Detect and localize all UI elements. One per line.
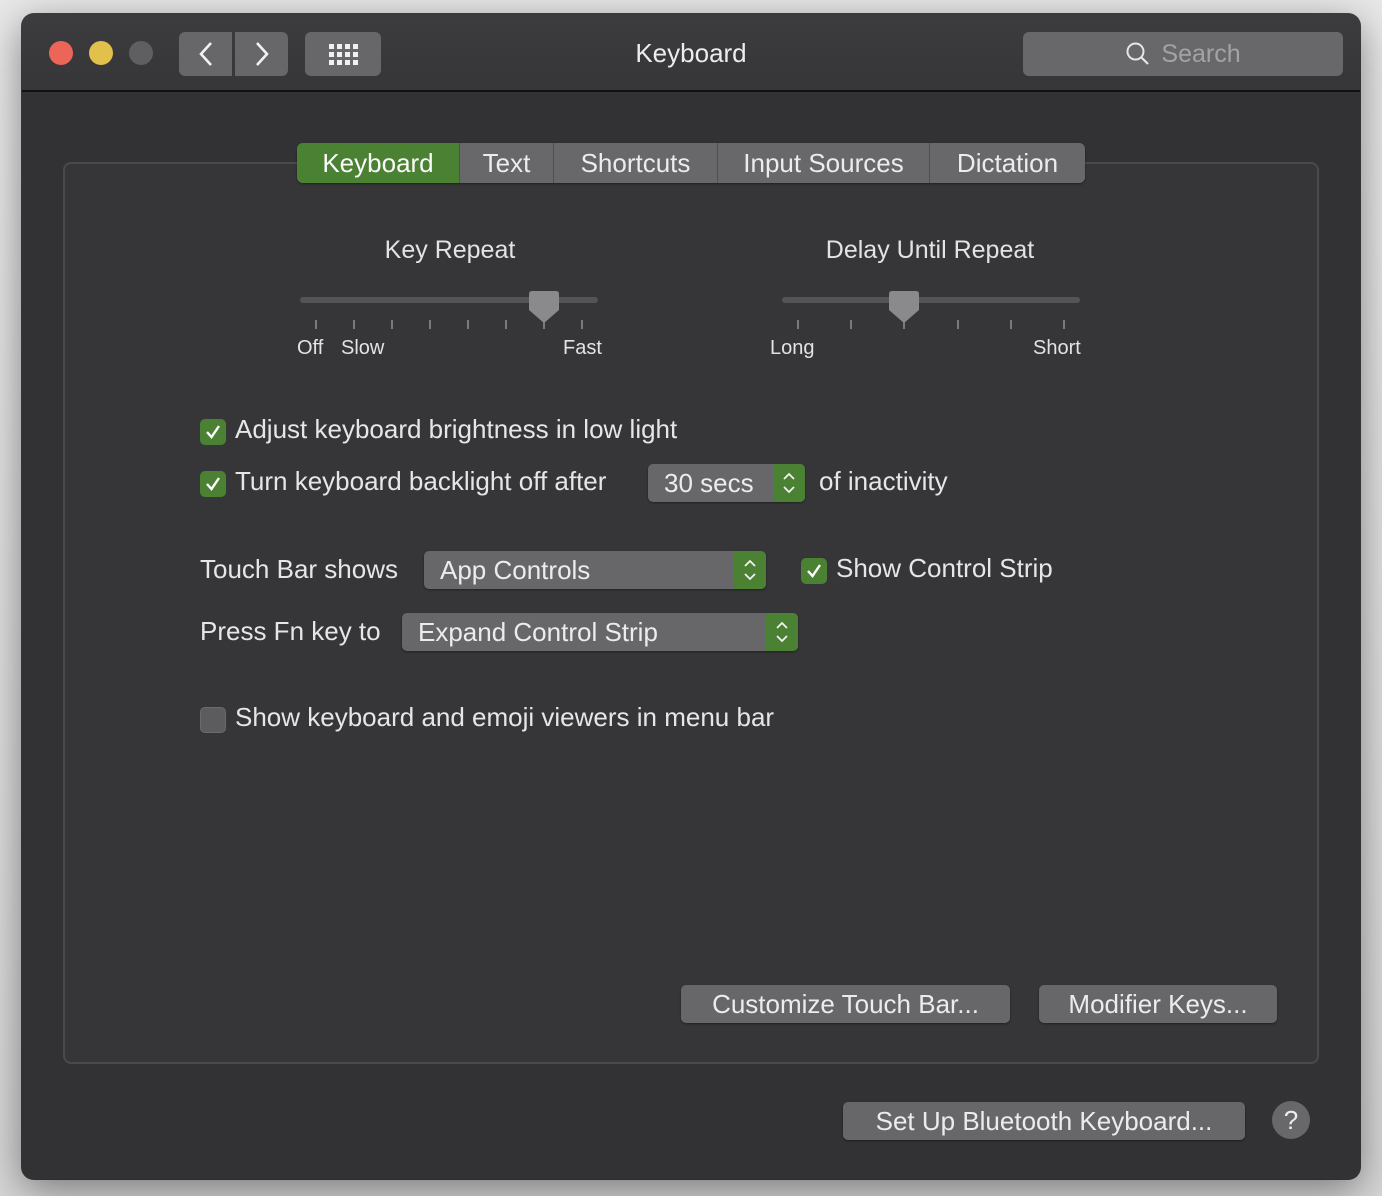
delay-until-repeat-tick <box>956 320 959 329</box>
press-fn-popup[interactable]: Expand Control Strip <box>402 613 798 651</box>
help-button[interactable]: ? <box>1272 1101 1310 1139</box>
backlight-off-checkbox[interactable] <box>200 471 226 497</box>
tab-input-sources[interactable]: Input Sources <box>717 143 929 183</box>
key-repeat-label-fast: Fast <box>563 337 602 359</box>
adjust-brightness-checkbox[interactable] <box>200 419 226 445</box>
delay-until-repeat-track[interactable] <box>782 297 1080 303</box>
key-repeat-thumb[interactable] <box>528 290 560 324</box>
delay-until-repeat-thumb[interactable] <box>888 290 920 324</box>
popup-arrows-icon <box>766 613 798 651</box>
tab-keyboard[interactable]: Keyboard <box>297 143 459 183</box>
tab-dictation[interactable]: Dictation <box>929 143 1085 183</box>
title-bar: Keyboard Search <box>22 14 1360 92</box>
checkmark-icon <box>206 425 220 439</box>
key-repeat-tick <box>467 320 469 329</box>
delay-until-repeat-tick <box>1063 320 1065 329</box>
checkmark-icon <box>807 564 821 578</box>
key-repeat-tick <box>391 320 393 329</box>
key-repeat-title: Key Repeat <box>384 236 516 264</box>
backlight-off-suffix: of inactivity <box>819 466 948 496</box>
popup-arrows-icon <box>734 551 766 589</box>
press-fn-value: Expand Control Strip <box>418 617 658 647</box>
key-repeat-label-slow: Slow <box>341 337 385 359</box>
keyboard-preferences-window: Keyboard Search Keyboard Text Shortcuts … <box>22 14 1360 1179</box>
backlight-off-label: Turn keyboard backlight off after <box>235 466 607 496</box>
touch-bar-shows-label: Touch Bar shows <box>200 554 398 584</box>
show-control-strip-label: Show Control Strip <box>836 553 1053 583</box>
delay-label-long: Long <box>770 337 815 359</box>
touch-bar-shows-value: App Controls <box>440 555 591 585</box>
modifier-keys-button[interactable]: Modifier Keys... <box>1039 985 1277 1023</box>
search-field[interactable]: Search <box>1023 32 1343 76</box>
key-repeat-tick <box>315 320 317 329</box>
customize-touch-bar-button[interactable]: Customize Touch Bar... <box>681 985 1010 1023</box>
tab-shortcuts[interactable]: Shortcuts <box>553 143 717 183</box>
press-fn-label: Press Fn key to <box>200 616 381 646</box>
key-repeat-tick <box>429 320 431 329</box>
delay-until-repeat-tick <box>1009 320 1012 329</box>
show-control-strip-checkbox[interactable] <box>801 558 827 584</box>
search-icon <box>1126 42 1150 65</box>
adjust-brightness-label: Adjust keyboard brightness in low light <box>235 414 678 444</box>
key-repeat-tick <box>581 320 583 329</box>
setup-bluetooth-keyboard-button[interactable]: Set Up Bluetooth Keyboard... <box>843 1102 1245 1140</box>
stepper-arrows-icon <box>773 464 805 502</box>
checkmark-icon <box>206 477 220 491</box>
key-repeat-tick <box>505 320 507 329</box>
key-repeat-label-off: Off <box>297 337 324 359</box>
show-viewers-checkbox[interactable] <box>200 707 226 733</box>
show-viewers-label: Show keyboard and emoji viewers in menu … <box>235 702 775 732</box>
key-repeat-tick <box>353 320 355 329</box>
backlight-timeout-value: 30 secs <box>664 468 754 498</box>
backlight-timeout-popup[interactable]: 30 secs <box>648 464 805 502</box>
delay-label-short: Short <box>1033 337 1081 359</box>
tab-text[interactable]: Text <box>459 143 553 183</box>
touch-bar-shows-popup[interactable]: App Controls <box>424 551 766 589</box>
delay-until-repeat-title: Delay Until Repeat <box>825 236 1035 264</box>
delay-until-repeat-tick <box>797 320 799 329</box>
search-placeholder: Search <box>1161 39 1241 68</box>
delay-until-repeat-tick <box>850 320 853 329</box>
tab-bar: Keyboard Text Shortcuts Input Sources Di… <box>297 143 1085 183</box>
